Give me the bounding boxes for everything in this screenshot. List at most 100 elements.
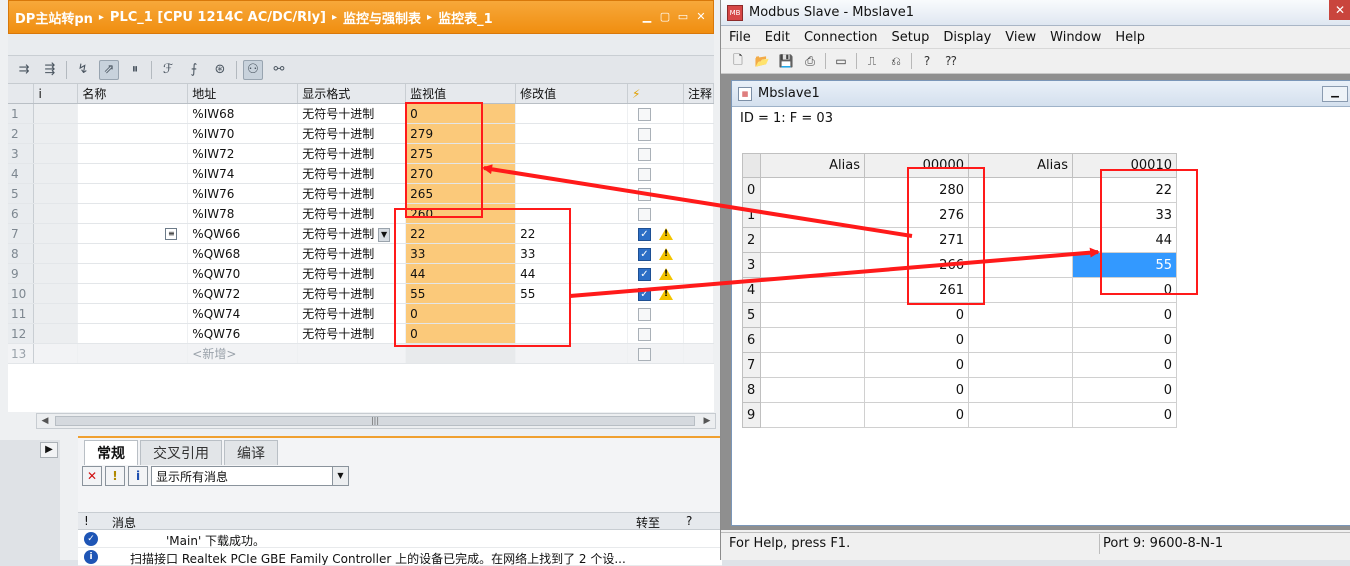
modify-value-cell[interactable]: [515, 203, 628, 224]
alias-cell[interactable]: [968, 302, 1073, 328]
alias-cell[interactable]: [968, 377, 1073, 403]
register-row[interactable]: 4 261 0: [742, 277, 1177, 303]
modify-checkbox[interactable]: [637, 187, 651, 201]
name-cell[interactable]: [77, 123, 189, 144]
register-00010-value[interactable]: 55: [1072, 252, 1177, 278]
format-cell[interactable]: 无符号十进制: [297, 283, 407, 304]
register-row[interactable]: 1 276 33: [742, 202, 1177, 228]
monitor-value-header[interactable]: 监视值: [405, 84, 517, 104]
comment-cell[interactable]: [683, 223, 714, 244]
alias-cell[interactable]: [968, 202, 1073, 228]
alias-cell[interactable]: [760, 402, 865, 428]
close-icon[interactable]: ✕: [695, 10, 707, 23]
alias-cell[interactable]: [760, 177, 865, 203]
name-cell[interactable]: [77, 283, 189, 304]
modify-checkbox[interactable]: ✓: [637, 247, 651, 261]
register-00000-value[interactable]: 0: [864, 402, 969, 428]
modify-checkbox[interactable]: [637, 127, 651, 141]
menu-view[interactable]: View: [1005, 30, 1036, 45]
comment-cell[interactable]: [683, 143, 714, 164]
modify-value-header[interactable]: 修改值: [515, 84, 628, 104]
register-00000-value[interactable]: 0: [864, 327, 969, 353]
new-row[interactable]: 13 <新增>: [8, 343, 714, 364]
modify-value-cell[interactable]: [515, 303, 628, 324]
menu-help[interactable]: Help: [1115, 30, 1145, 45]
register-00000-value[interactable]: 266: [864, 252, 969, 278]
modify-value-cell[interactable]: [515, 163, 628, 184]
name-cell[interactable]: [77, 343, 189, 364]
modify-checkbox[interactable]: [637, 167, 651, 181]
register-row[interactable]: 0 280 22: [742, 177, 1177, 203]
modify-value-icon[interactable]: ↯: [73, 60, 93, 80]
modify-checkbox[interactable]: [637, 307, 651, 321]
connect-icon[interactable]: ⎍: [863, 52, 881, 70]
table-row[interactable]: 8 %QW68 无符号十进制 33 33 ✓: [8, 243, 714, 264]
comment-cell[interactable]: [683, 323, 714, 344]
address-cell[interactable]: %IW68: [187, 103, 299, 124]
alias-cell[interactable]: [760, 277, 865, 303]
address-cell[interactable]: %QW74: [187, 303, 299, 324]
address-cell[interactable]: %QW66: [187, 223, 299, 244]
address-cell[interactable]: %QW76: [187, 323, 299, 344]
monitor-once-icon[interactable]: ⚯: [269, 60, 289, 80]
modify-value-cell[interactable]: [515, 123, 628, 144]
format-cell[interactable]: 无符号十进制: [297, 263, 407, 284]
register-00010-value[interactable]: 0: [1072, 377, 1177, 403]
modify-checkbox[interactable]: [637, 147, 651, 161]
name-cell[interactable]: [77, 263, 189, 284]
table-row[interactable]: 2 %IW70 无符号十进制 279: [8, 123, 714, 144]
add-new-cell[interactable]: <新增>: [187, 343, 299, 364]
error-filter-icon[interactable]: ✕: [82, 466, 102, 486]
register-00010-value[interactable]: 0: [1072, 277, 1177, 303]
tile-icon[interactable]: ▭: [677, 10, 689, 23]
address-cell[interactable]: %QW68: [187, 243, 299, 264]
monitor-icon[interactable]: ⇗: [99, 59, 119, 80]
force-all-icon[interactable]: ⊛: [210, 60, 230, 80]
message-row[interactable]: ✓ 'Main' 下载成功。: [78, 530, 722, 548]
save-icon[interactable]: 💾: [777, 52, 795, 70]
register-00000-value[interactable]: 271: [864, 227, 969, 253]
table-row[interactable]: 9 %QW70 无符号十进制 44 44 ✓: [8, 263, 714, 284]
comment-cell[interactable]: [683, 243, 714, 264]
alias-cell[interactable]: [760, 327, 865, 353]
tab-cross-reference[interactable]: 交叉引用: [140, 440, 222, 465]
address-cell[interactable]: %IW78: [187, 203, 299, 224]
format-header[interactable]: 显示格式: [297, 84, 407, 104]
name-cell[interactable]: [77, 183, 189, 204]
register-00010-value[interactable]: 44: [1072, 227, 1177, 253]
register-row[interactable]: 9 0 0: [742, 402, 1177, 428]
menu-connection[interactable]: Connection: [804, 30, 878, 45]
warning-filter-icon[interactable]: !: [105, 466, 125, 486]
restore-icon[interactable]: ▢: [659, 10, 671, 23]
table-row[interactable]: 11 %QW74 无符号十进制 0: [8, 303, 714, 324]
modify-value-cell[interactable]: [515, 183, 628, 204]
scroll-left-icon[interactable]: ◀: [37, 414, 53, 428]
disconnect-icon[interactable]: ⎌: [887, 52, 905, 70]
message-filter-select[interactable]: 显示所有消息 ▼: [151, 466, 349, 486]
comment-cell[interactable]: [683, 183, 714, 204]
address-cell[interactable]: %QW72: [187, 283, 299, 304]
comment-cell[interactable]: [683, 163, 714, 184]
format-cell[interactable]: 无符号十进制: [297, 303, 407, 324]
scroll-right-icon[interactable]: ▶: [699, 414, 715, 428]
menu-setup[interactable]: Setup: [892, 30, 930, 45]
modify-value-cell[interactable]: [515, 323, 628, 344]
modify-checkbox[interactable]: [637, 107, 651, 121]
register-row[interactable]: 5 0 0: [742, 302, 1177, 328]
format-cell[interactable]: 无符号十进制: [297, 323, 407, 344]
table-row[interactable]: 4 %IW74 无符号十进制 270: [8, 163, 714, 184]
table-row[interactable]: 3 %IW72 无符号十进制 275: [8, 143, 714, 164]
modify-checkbox[interactable]: [637, 207, 651, 221]
close-icon[interactable]: ✕: [1329, 0, 1350, 20]
alias-cell[interactable]: [760, 302, 865, 328]
name-cell[interactable]: [77, 243, 189, 264]
name-cell[interactable]: [77, 163, 189, 184]
register-row[interactable]: 6 0 0: [742, 327, 1177, 353]
register-00000-value[interactable]: 276: [864, 202, 969, 228]
comment-cell[interactable]: [683, 263, 714, 284]
register-row[interactable]: 7 0 0: [742, 352, 1177, 378]
comment-cell[interactable]: [683, 303, 714, 324]
alias-cell[interactable]: [760, 377, 865, 403]
alias-cell[interactable]: [968, 277, 1073, 303]
context-help-icon[interactable]: ⁇: [942, 52, 960, 70]
